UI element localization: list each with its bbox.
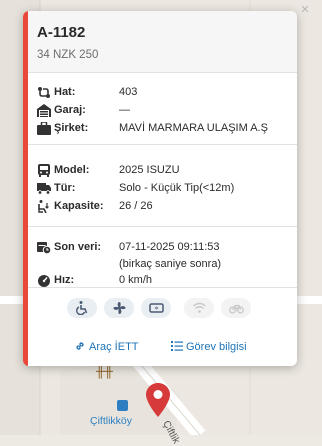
route-value: 403 [119, 86, 138, 98]
speedometer-icon [37, 274, 51, 287]
route-icon [37, 86, 51, 99]
briefcase-icon [37, 122, 51, 135]
garage-label: Garaj: [54, 104, 86, 116]
vehicle-iett-link-label[interactable]: Araç İETT [89, 341, 139, 353]
capacity-value: 26 / 26 [119, 200, 153, 212]
type-value: Solo - Küçük Tip(<12m) [119, 182, 235, 194]
restroom-icon: ╫╫ [96, 364, 114, 378]
route-section: Hat: 403 Garaj: — Şirket: MAVİ MARMARA U… [28, 72, 297, 145]
status-section: Son veri: 07-11-2025 09:11:53 (birkaç sa… [28, 227, 297, 288]
wheelchair-feature [67, 298, 97, 318]
route-row: Hat: 403 [28, 86, 297, 100]
type-row: Tür: Solo - Küçük Tip(<12m) [28, 182, 297, 196]
bus-icon [37, 164, 51, 177]
bus-stop-icon[interactable] [117, 400, 128, 411]
capacity-row: Kapasite: 26 / 26 [28, 200, 297, 214]
company-row: Şirket: MAVİ MARMARA ULAŞIM A.Ş [28, 122, 297, 136]
usb-icon [148, 303, 164, 313]
vehicle-section: Model: 2025 ISUZU Tür: Solo - Küçük Tip(… [28, 145, 297, 227]
bus-stop-label[interactable]: Çiftlikköy [90, 415, 132, 427]
speed-row: Hız: 0 km/h [28, 274, 297, 288]
usb-feature [141, 298, 171, 318]
list-icon [171, 341, 183, 351]
speed-value: 0 km/h [119, 274, 153, 286]
company-value: MAVİ MARMARA ULAŞIM A.Ş [119, 122, 268, 134]
close-icon[interactable]: × [298, 2, 312, 18]
bicycle-feature [221, 298, 251, 318]
last-data-value: 07-11-2025 09:11:53 [119, 241, 220, 253]
fan-feature [104, 298, 134, 318]
model-value: 2025 ISUZU [119, 164, 180, 176]
wifi-icon [192, 302, 206, 313]
model-label: Model: [54, 164, 90, 176]
vehicle-plate: 34 NZK 250 [37, 49, 99, 61]
last-data-row: Son veri: 07-11-2025 09:11:53 [28, 241, 297, 255]
vehicle-popup: A-1182 34 NZK 250 Hat: 403 Garaj: — Şirk… [23, 11, 297, 366]
truck-icon [37, 182, 51, 195]
garage-icon [37, 104, 51, 117]
popup-header: A-1182 34 NZK 250 [28, 11, 297, 73]
vehicle-iett-link[interactable]: Araç İETT [74, 340, 139, 353]
last-data-relative-row: (birkaç saniye sonra) [28, 258, 297, 272]
garage-value: — [119, 104, 130, 116]
wifi-feature [184, 298, 214, 318]
task-info-link-label[interactable]: Görev bilgisi [186, 341, 247, 353]
vehicle-title: A-1182 [37, 24, 86, 41]
capacity-icon [37, 200, 51, 213]
wheelchair-icon [75, 301, 87, 315]
garage-row: Garaj: — [28, 104, 297, 118]
company-label: Şirket: [54, 122, 89, 134]
last-data-label: Son veri: [54, 241, 102, 253]
capacity-label: Kapasite: [54, 200, 104, 212]
speed-label: Hız: [54, 274, 75, 286]
calendar-clock-icon [37, 241, 51, 254]
type-label: Tür: [54, 182, 76, 194]
route-label: Hat: [54, 86, 76, 98]
task-info-link[interactable]: Görev bilgisi [171, 340, 247, 353]
link-icon [76, 342, 84, 350]
model-row: Model: 2025 ISUZU [28, 164, 297, 178]
last-data-relative: (birkaç saniye sonra) [119, 258, 222, 270]
location-pin-icon[interactable] [146, 383, 170, 417]
bicycle-icon [228, 304, 244, 314]
fan-icon [113, 302, 125, 314]
